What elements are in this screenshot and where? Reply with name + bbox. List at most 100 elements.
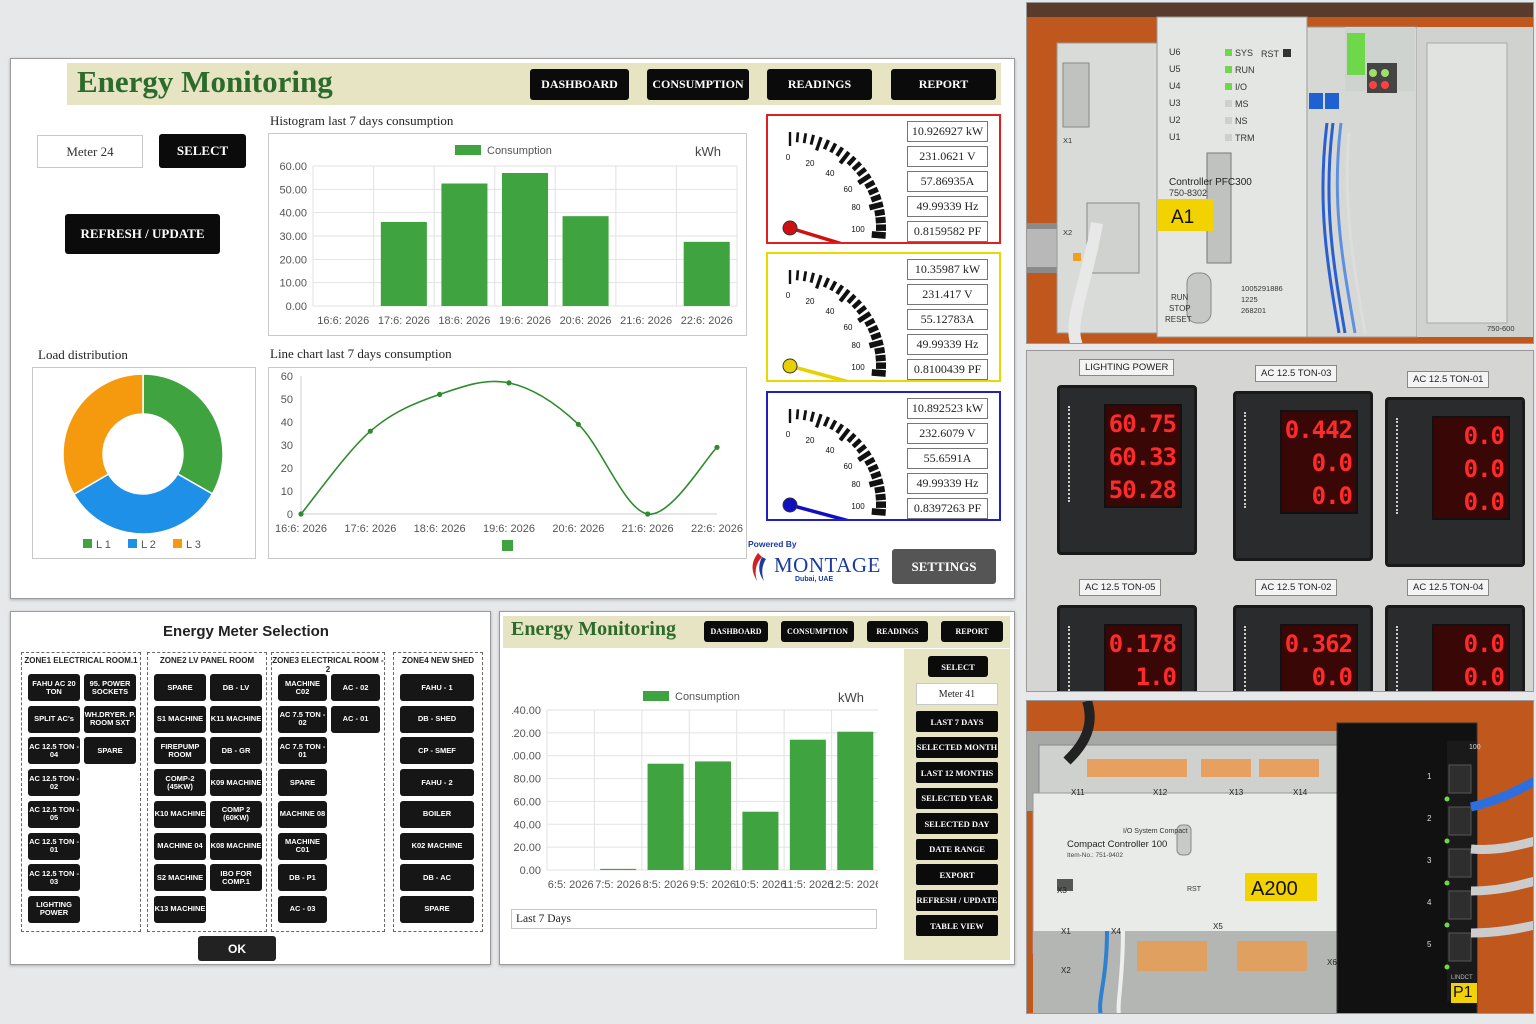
meter-button[interactable]: LIGHTING POWER xyxy=(28,895,80,923)
meter-button[interactable]: K11 MACHINE xyxy=(210,705,262,733)
donut-slice[interactable] xyxy=(62,373,144,496)
period-button[interactable]: SELECTED YEAR xyxy=(916,787,998,809)
meter-button[interactable]: COMP 2 (60KW) xyxy=(210,800,262,828)
meter-button[interactable]: S1 MACHINE xyxy=(154,705,206,733)
bar[interactable] xyxy=(742,811,779,870)
ok-button[interactable]: OK xyxy=(198,936,276,961)
meter-button[interactable]: 95. POWER SOCKETS xyxy=(84,674,136,701)
bar[interactable] xyxy=(562,216,609,306)
bar[interactable] xyxy=(600,868,637,870)
period-button[interactable]: DATE RANGE xyxy=(916,838,998,860)
meter-button[interactable]: AC - 01 xyxy=(331,705,380,733)
meter-button[interactable]: AC - 02 xyxy=(331,674,380,701)
legend-swatch xyxy=(173,539,182,548)
refresh-update-button[interactable]: REFRESH / UPDATE xyxy=(65,214,220,254)
x-tick-label: 6:5: 2026 xyxy=(548,879,594,891)
bar[interactable] xyxy=(683,241,730,306)
meter-button[interactable]: DB - GR xyxy=(210,737,262,765)
nav-dashboard-button[interactable]: DASHBOARD xyxy=(530,69,629,100)
period-button[interactable]: TABLE VIEW xyxy=(916,915,998,936)
meter-button[interactable]: FAHU - 1 xyxy=(400,674,474,701)
meter-button[interactable]: AC 12.5 TON - 04 xyxy=(28,737,80,765)
meter-button[interactable]: SPARE xyxy=(400,895,474,923)
meter-button[interactable]: K13 MACHINE xyxy=(154,895,206,923)
data-point[interactable] xyxy=(298,511,304,517)
meter-button[interactable]: IBO FOR COMP.1 xyxy=(210,864,262,892)
reading-field: 0.8159582 PF xyxy=(907,221,988,242)
meter-button[interactable]: SPARE xyxy=(278,769,327,797)
meter-button[interactable]: DB - P1 xyxy=(278,864,327,892)
period-button[interactable]: SELECTED MONTH xyxy=(916,736,998,758)
meter-button[interactable]: DB - LV xyxy=(210,674,262,701)
data-point[interactable] xyxy=(645,511,651,517)
bar[interactable] xyxy=(501,173,549,306)
select-button[interactable]: SELECT xyxy=(159,134,246,168)
meter-field[interactable]: Meter 24 xyxy=(37,135,143,168)
meter-button[interactable]: AC 7.5 TON - 01 xyxy=(278,737,327,765)
meter-button[interactable]: S2 MACHINE xyxy=(154,864,206,892)
meter-button[interactable]: AC 7.5 TON - 02 xyxy=(278,705,327,733)
period-button[interactable]: LAST 12 MONTHS xyxy=(916,762,998,783)
meter-button[interactable]: BOILER xyxy=(400,800,474,828)
bar[interactable] xyxy=(380,222,427,306)
meter-button[interactable]: FIREPUMP ROOM xyxy=(154,737,206,765)
meter-button[interactable]: COMP-2 (45KW) xyxy=(154,769,206,797)
consumption-nav-dashboard-button[interactable]: DASHBOARD xyxy=(704,621,768,642)
meter-button[interactable]: MACHINE 08 xyxy=(278,800,327,828)
nav-report-button[interactable]: REPORT xyxy=(891,69,996,100)
meter-button[interactable]: MACHINE C01 xyxy=(278,832,327,860)
meter-button[interactable]: SPARE xyxy=(84,737,136,765)
bar[interactable] xyxy=(837,731,874,870)
data-point[interactable] xyxy=(575,421,581,427)
meter-button[interactable]: AC - 03 xyxy=(278,895,327,923)
meter-button[interactable]: MACHINE 04 xyxy=(154,832,206,860)
period-button[interactable]: EXPORT xyxy=(916,864,998,885)
meter-button[interactable]: AC 12.5 TON - 01 xyxy=(28,832,80,860)
donut-slice[interactable] xyxy=(142,373,224,495)
nav-consumption-button[interactable]: CONSUMPTION xyxy=(647,69,749,100)
data-point[interactable] xyxy=(506,380,512,386)
meter-button[interactable]: SPARE xyxy=(154,674,206,701)
settings-button[interactable]: SETTINGS xyxy=(892,549,996,584)
gauge-scale-label: 20 xyxy=(806,159,815,168)
bar[interactable] xyxy=(441,183,488,307)
meter-button[interactable]: K08 MACHINE xyxy=(210,832,262,860)
meter-button[interactable]: AC 12.5 TON - 05 xyxy=(28,800,80,828)
consumption-nav-consumption-button[interactable]: CONSUMPTION xyxy=(781,621,854,642)
meter-button[interactable]: AC 12.5 TON - 02 xyxy=(28,769,80,797)
meter-button[interactable]: AC 12.5 TON - 03 xyxy=(28,864,80,892)
meter-button[interactable]: SPLIT AC's xyxy=(28,705,80,733)
nav-readings-button[interactable]: READINGS xyxy=(767,69,872,100)
meter-button[interactable]: K09 MACHINE xyxy=(210,769,262,797)
bar[interactable] xyxy=(694,761,732,870)
y-tick-label: 40.00 xyxy=(279,208,307,220)
meter-button[interactable]: FAHU AC 20 TON xyxy=(28,674,80,701)
consumption-meter-field[interactable]: Meter 41 xyxy=(916,683,998,705)
bar[interactable] xyxy=(789,739,826,870)
meter-button[interactable]: MACHINE C02 xyxy=(278,674,327,701)
meter-button[interactable]: K02 MACHINE xyxy=(400,832,474,860)
data-point[interactable] xyxy=(437,391,443,397)
consumption-nav-readings-button[interactable]: READINGS xyxy=(867,621,928,642)
data-point[interactable] xyxy=(714,444,720,450)
consumption-select-button[interactable]: SELECT xyxy=(928,656,988,677)
data-point[interactable] xyxy=(367,428,373,434)
plc-switch-run: RUN xyxy=(1171,293,1189,302)
meter-button[interactable]: FAHU - 2 xyxy=(400,769,474,797)
reading-field: 55.6591A xyxy=(907,448,988,469)
meter-button[interactable]: DB - AC xyxy=(400,864,474,892)
meter-label-tag: LIGHTING POWER xyxy=(1079,359,1175,376)
plc-led-label-u3: U3 xyxy=(1169,98,1181,108)
bar[interactable] xyxy=(647,763,684,870)
meter-button[interactable]: K10 MACHINE xyxy=(154,800,206,828)
consumption-nav-report-button[interactable]: REPORT xyxy=(941,621,1003,642)
meter-button[interactable]: DB - SHED xyxy=(400,705,474,733)
plc-controller-photo: U6 U5 U4 U3 U2 U1 SYS RUN I/O MS NS TRM … xyxy=(1026,2,1534,344)
period-field[interactable]: Last 7 Days xyxy=(511,909,877,929)
meter-button[interactable]: CP - SMEF xyxy=(400,737,474,765)
period-button[interactable]: REFRESH / UPDATE xyxy=(916,889,998,911)
zone-title: ZONE1 ELECTRICAL ROOM.1 xyxy=(24,656,138,665)
period-button[interactable]: SELECTED DAY xyxy=(916,813,998,834)
meter-button[interactable]: WH.DRYER. P. ROOM SXT xyxy=(84,705,136,733)
period-button[interactable]: LAST 7 DAYS xyxy=(916,711,998,732)
